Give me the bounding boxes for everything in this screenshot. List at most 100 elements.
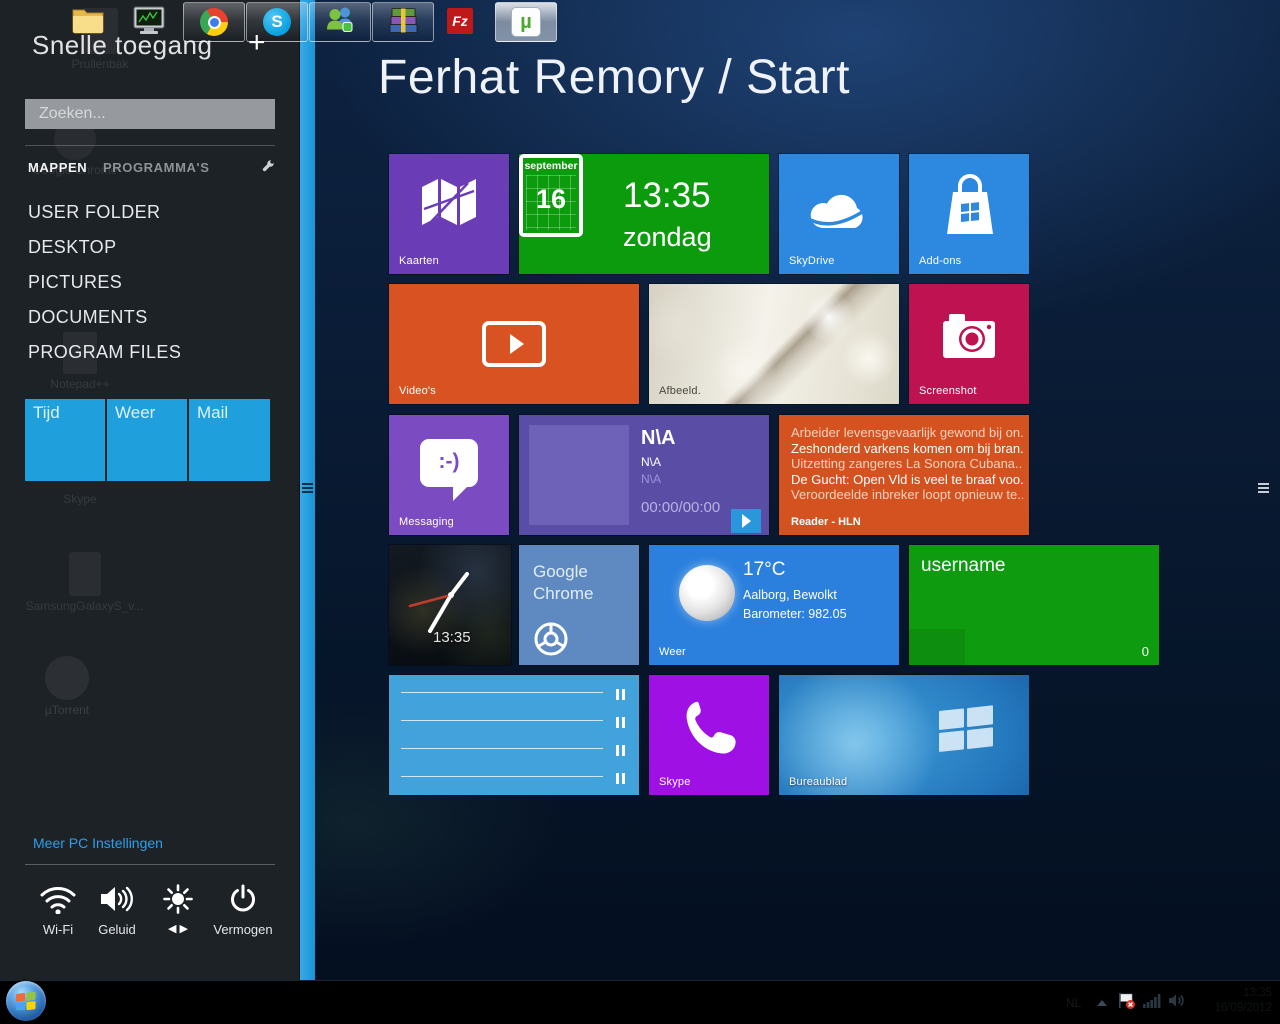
pause-icon [613, 771, 625, 789]
sound-button[interactable]: Geluid [86, 884, 148, 937]
brightness-sun-icon [162, 884, 194, 914]
pause-icon [613, 743, 625, 761]
weather-barometer: Barometer: 982.05 [743, 607, 847, 621]
agenda-time: 13:35 [623, 176, 711, 216]
temperature: 17°C [743, 559, 785, 581]
list-item [401, 767, 625, 787]
tile-news-reader[interactable]: Arbeider levensgevaarlijk gewond bij on.… [779, 415, 1029, 535]
system-monitor-taskbar-icon[interactable] [132, 6, 166, 41]
messenger-icon [325, 6, 355, 39]
skype-icon: S [263, 8, 291, 36]
tile-addons[interactable]: Add-ons [909, 154, 1029, 274]
headline: Uitzetting zangeres La Sonora Cubana... [791, 456, 1023, 472]
tab-mappen[interactable]: MAPPEN [28, 160, 87, 175]
action-center-flag-icon[interactable] [1118, 992, 1136, 1015]
speaker-icon [99, 884, 135, 914]
chrome-taskbar-button[interactable] [183, 2, 245, 42]
divider [25, 864, 275, 865]
tile-agenda[interactable]: september 16 13:35 zondag [519, 154, 769, 274]
sidebar-item-pictures[interactable]: PICTURES [28, 272, 122, 293]
brightness-button[interactable]: ◀ ▶ [147, 884, 209, 935]
map-icon [422, 179, 476, 227]
sidebar-item-desktop[interactable]: DESKTOP [28, 237, 117, 258]
pause-icon [613, 715, 625, 733]
sidebar-item-program-files[interactable]: PROGRAM FILES [28, 342, 181, 363]
start-button[interactable] [6, 981, 46, 1021]
tile-afbeeld[interactable]: Afbeeld. [649, 284, 899, 404]
video-player-icon [482, 321, 546, 367]
scroll-grip-handle[interactable] [1258, 483, 1269, 495]
chat-bubble-icon: :-) [420, 439, 478, 487]
wifi-icon [39, 884, 77, 914]
tray-time: 13:35 [1190, 986, 1272, 1001]
divider [25, 145, 275, 146]
play-button[interactable] [731, 509, 761, 533]
language-indicator[interactable]: NL [1066, 996, 1081, 1010]
show-hidden-icons-arrow[interactable] [1097, 1000, 1107, 1006]
camera-icon [943, 314, 995, 358]
play-icon [742, 514, 751, 528]
windows-flag-icon [939, 703, 995, 753]
winrar-taskbar-button[interactable] [372, 2, 434, 42]
tile-screenshot[interactable]: Screenshot [909, 284, 1029, 404]
tile-google-chrome[interactable]: Google Chrome [519, 545, 639, 665]
sidebar-item-user-folder[interactable]: USER FOLDER [28, 202, 160, 223]
store-bag-icon [944, 174, 996, 236]
news-source-label: Reader - HLN [791, 516, 861, 528]
tile-skype[interactable]: Skype [649, 675, 769, 795]
headline-list: Arbeider levensgevaarlijk gewond bij on.… [791, 425, 1023, 503]
quick-access-sidebar: Prullenbak Google Chrome Notepad++ Skype… [0, 0, 300, 980]
brightness-arrows[interactable]: ◀ ▶ [147, 922, 209, 935]
power-button[interactable]: Vermogen [212, 884, 274, 937]
sidebar-tile-weer[interactable]: Weer [107, 399, 187, 481]
tile-weer[interactable]: 17°C Aalborg, Bewolkt Barometer: 982.05 … [649, 545, 899, 665]
tab-programmas[interactable]: PROGRAMMA'S [103, 160, 209, 175]
winrar-icon [388, 6, 418, 39]
headline: Zeshonderd varkens komen om bij bran... [791, 441, 1023, 457]
filezilla-taskbar-icon[interactable]: Fz [447, 8, 473, 34]
track-position: 00:00/00:00 [641, 499, 720, 516]
phone-handset-icon [681, 697, 737, 757]
track-artist: N\A [641, 455, 661, 469]
tile-download-list[interactable] [389, 675, 639, 795]
headline: Veroordeelde inbreker loopt opnieuw te..… [791, 487, 1023, 503]
sidebar-tile-mail[interactable]: Mail [189, 399, 270, 481]
tile-username[interactable]: username 0 [909, 545, 1159, 665]
messenger-taskbar-button[interactable] [309, 2, 371, 42]
calendar-icon: september 16 [519, 154, 583, 237]
tile-kaarten[interactable]: Kaarten [389, 154, 509, 274]
ghost-desktop-icon-skype: Skype [25, 492, 135, 506]
ghost-desktop-icon-utorrent: µTorrent [12, 656, 122, 717]
track-title: N\A [641, 427, 675, 450]
tile-bureaublad[interactable]: Bureaublad [779, 675, 1029, 795]
agenda-weekday: zondag [623, 222, 712, 253]
skype-taskbar-button[interactable]: S [246, 2, 308, 42]
network-signal-icon[interactable] [1143, 994, 1161, 1013]
volume-speaker-icon[interactable] [1168, 993, 1185, 1013]
page-title: Ferhat Remory / Start [378, 50, 850, 105]
tile-skydrive[interactable]: SkyDrive [779, 154, 899, 274]
track-album: N\A [641, 472, 661, 486]
sidebar-item-documents[interactable]: DOCUMENTS [28, 307, 148, 328]
sidebar-tile-tijd[interactable]: Tijd [25, 399, 105, 481]
customize-wrench-icon[interactable] [260, 159, 275, 179]
headline: Arbeider levensgevaarlijk gewond bij on.… [791, 425, 1023, 441]
wifi-button[interactable]: Wi-Fi [27, 884, 89, 937]
list-item [401, 683, 625, 703]
cloud-icon [805, 186, 873, 232]
tray-clock[interactable]: 13:35 16/09/2012 [1190, 986, 1272, 1016]
utorrent-taskbar-button[interactable]: µ [495, 2, 557, 42]
more-pc-settings-link[interactable]: Meer PC Instellingen [33, 835, 163, 851]
tile-music-player[interactable]: N\A N\A N\A 00:00/00:00 [519, 415, 769, 535]
counter-badge: 0 [1142, 644, 1149, 659]
windows-start-flag-icon [16, 992, 36, 1010]
search-input[interactable] [25, 99, 275, 129]
strip-grip-handle[interactable] [302, 483, 313, 495]
tile-clock[interactable]: 13:35 [389, 545, 511, 665]
weather-location: Aalborg, Bewolkt [743, 588, 837, 602]
explorer-taskbar-icon[interactable] [72, 6, 104, 39]
tile-messaging[interactable]: :-) Messaging [389, 415, 509, 535]
power-icon [228, 884, 258, 914]
utorrent-icon: µ [511, 7, 541, 37]
tile-videos[interactable]: Video's [389, 284, 639, 404]
